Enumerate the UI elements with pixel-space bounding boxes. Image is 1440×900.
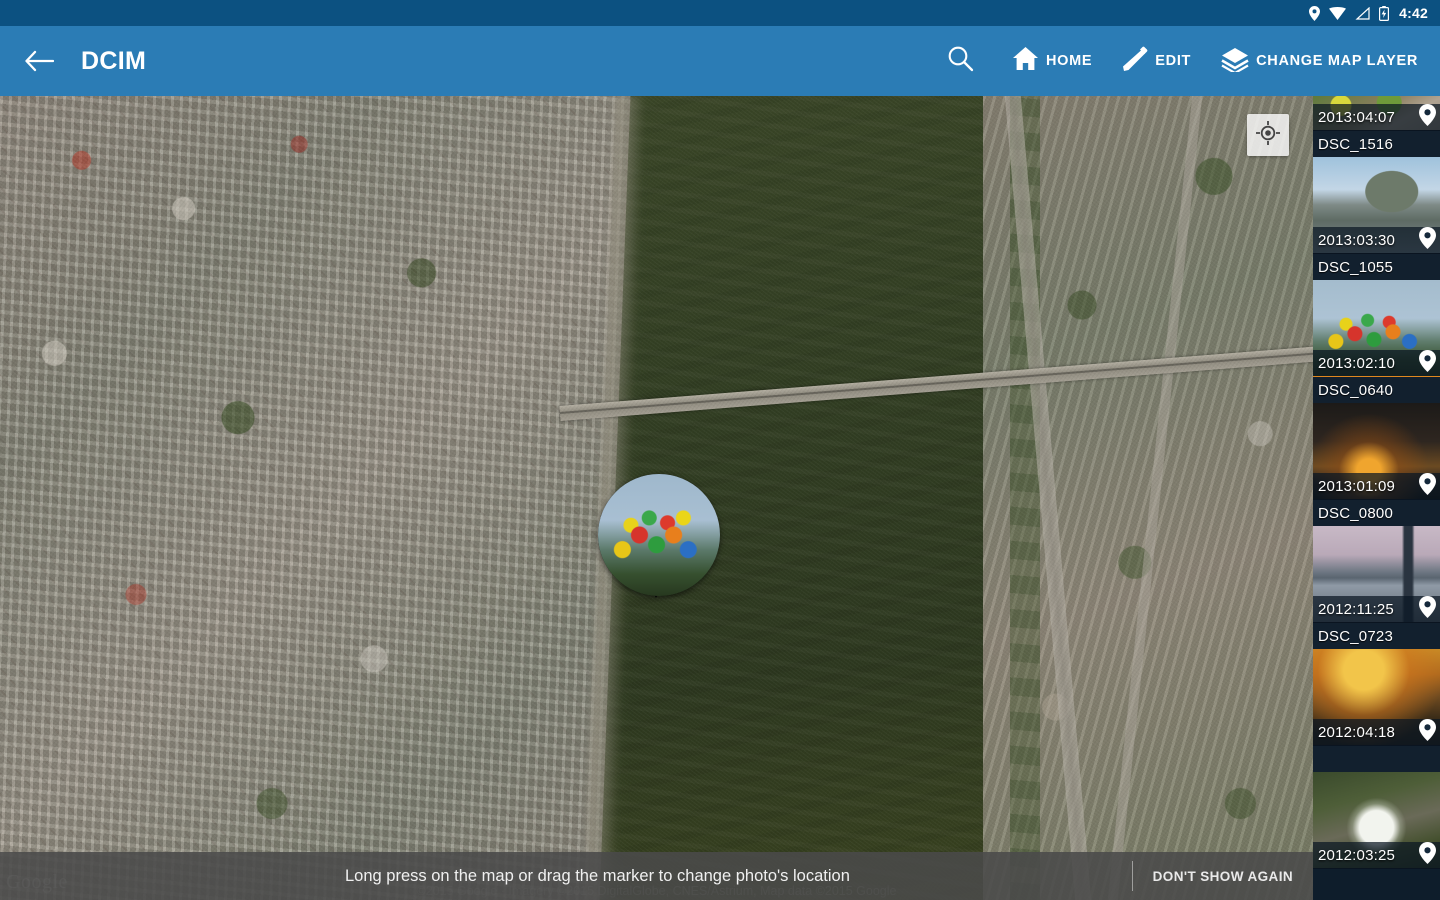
photo-item-date: 2013:03:30 — [1318, 231, 1396, 249]
page-title: DCIM — [81, 46, 147, 75]
photo-item-meta: 2013:02:10 — [1313, 349, 1440, 377]
map-pin-icon[interactable] — [1419, 718, 1436, 746]
photo-list-item[interactable]: DSC_0800 2012:11:25 — [1313, 500, 1440, 623]
photo-item-meta: 2012:04:18 — [1313, 718, 1440, 746]
app-toolbar: DCIM HOME EDIT CHANGE MAP LAYER — [0, 26, 1440, 96]
photo-item-thumbnail: 2013:02:10 — [1313, 280, 1440, 376]
photo-item-date: 2012:11:25 — [1318, 600, 1394, 618]
search-button[interactable] — [939, 39, 982, 83]
photo-item-date: 2013:04:07 — [1318, 108, 1396, 126]
photo-item-thumbnail: 2013:03:30 — [1313, 157, 1440, 253]
photo-item-thumbnail: 2012:03:25 — [1313, 772, 1440, 868]
photo-list-item[interactable]: DSC_1055 2013:02:10 — [1313, 254, 1440, 377]
photo-marker[interactable] — [598, 474, 720, 598]
photo-item-name: DSC_0723 — [1313, 623, 1440, 649]
dont-show-again-button[interactable]: DON'T SHOW AGAIN — [1133, 869, 1313, 884]
photo-item-name — [1313, 746, 1440, 772]
satellite-map[interactable]: Google ©2015 Google · Imagery ©2015 Digi… — [0, 96, 1313, 900]
photo-item-name: DSC_1516 — [1313, 131, 1440, 157]
photo-item-name: DSC_0640 — [1313, 377, 1440, 403]
photo-item-date: 2012:04:18 — [1318, 723, 1396, 741]
edit-label: EDIT — [1155, 53, 1192, 69]
photo-list-sidebar[interactable]: 2013:04:07 DSC_1516 2013:03:30 DSC_1055 2013… — [1313, 96, 1440, 900]
map-pin-icon[interactable] — [1419, 349, 1436, 377]
photo-list-item[interactable]: DSC_0640 2013:01:09 — [1313, 377, 1440, 500]
home-button[interactable]: HOME — [1004, 40, 1100, 82]
photo-item-thumbnail: 2012:04:18 — [1313, 649, 1440, 745]
location-pin-icon — [1309, 5, 1321, 21]
change-map-layer-label: CHANGE MAP LAYER — [1256, 53, 1418, 69]
photo-list-item[interactable]: DSC_1516 2013:03:30 — [1313, 131, 1440, 254]
photo-item-name: DSC_1055 — [1313, 254, 1440, 280]
change-map-layer-button[interactable]: CHANGE MAP LAYER — [1213, 40, 1426, 83]
status-time: 4:42 — [1399, 5, 1428, 21]
map-pin-icon[interactable] — [1419, 472, 1436, 500]
layers-icon — [1221, 46, 1249, 77]
edit-button[interactable]: EDIT — [1114, 40, 1199, 83]
photo-item-date: 2012:03:25 — [1318, 846, 1396, 864]
photo-item-meta: 2012:03:25 — [1313, 841, 1440, 869]
battery-charging-icon — [1379, 5, 1390, 21]
my-location-button[interactable] — [1247, 114, 1289, 156]
map-pin-icon[interactable] — [1419, 226, 1436, 254]
photo-item-meta: 2013:03:30 — [1313, 226, 1440, 254]
signal-icon — [1355, 6, 1370, 20]
app-root: 4:42 DCIM HOME EDIT CHANGE MAP LAYER Lon… — [0, 0, 1440, 900]
hint-message: Long press on the map or drag the marker… — [345, 866, 850, 885]
status-bar: 4:42 — [0, 0, 1440, 26]
my-location-icon — [1256, 120, 1280, 150]
wifi-icon — [1329, 6, 1347, 20]
photo-item-meta: 2013:04:07 — [1313, 103, 1440, 131]
photo-item-thumbnail: 2013:01:09 — [1313, 403, 1440, 499]
photo-item-date: 2013:02:10 — [1318, 354, 1396, 372]
pencil-icon — [1122, 46, 1148, 77]
map-pin-icon[interactable] — [1419, 103, 1436, 131]
back-arrow-icon[interactable] — [22, 44, 56, 78]
photo-list-item[interactable]: 2013:04:07 — [1313, 96, 1440, 131]
hint-bar: Long press on the map or drag the marker… — [0, 852, 1313, 900]
home-icon — [1012, 46, 1039, 76]
photo-item-meta: 2012:11:25 — [1313, 595, 1440, 623]
search-icon — [947, 45, 974, 77]
map-land-west — [0, 96, 680, 900]
photo-list-item[interactable]: 2012:03:25 — [1313, 746, 1440, 869]
photo-marker-thumbnail — [598, 474, 720, 596]
photo-item-date: 2013:01:09 — [1318, 477, 1396, 495]
photo-item-thumbnail: 2013:04:07 — [1313, 96, 1440, 130]
photo-item-name: DSC_0800 — [1313, 500, 1440, 526]
photo-marker-image — [598, 474, 720, 596]
photo-list-item[interactable]: DSC_0723 2012:04:18 — [1313, 623, 1440, 746]
home-label: HOME — [1045, 53, 1093, 69]
photo-item-meta: 2013:01:09 — [1313, 472, 1440, 500]
map-pin-icon[interactable] — [1419, 841, 1436, 869]
map-pin-icon[interactable] — [1419, 595, 1436, 623]
photo-item-thumbnail: 2012:11:25 — [1313, 526, 1440, 622]
